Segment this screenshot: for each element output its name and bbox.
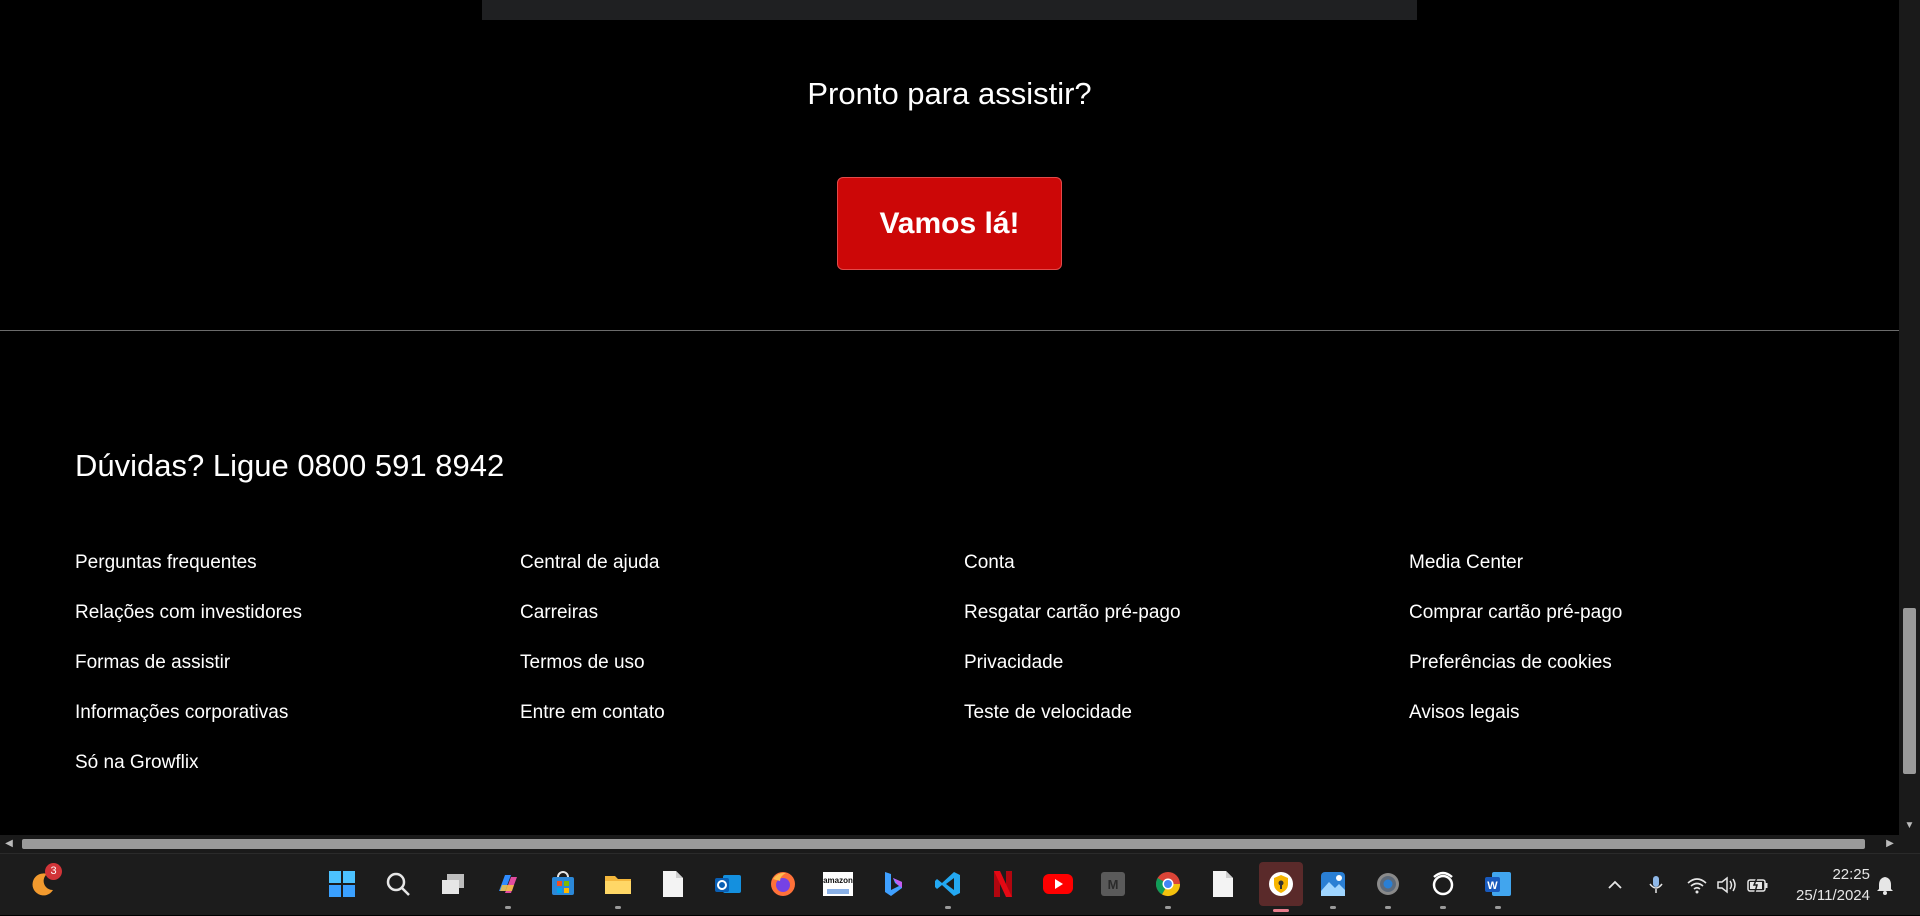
- clock-time: 22:25: [1832, 866, 1870, 883]
- footer-column-4: Media Center Comprar cartão pré-pago Pre…: [1409, 551, 1622, 751]
- cta-title: Pronto para assistir?: [807, 76, 1092, 111]
- weather-widget-icon[interactable]: 3: [24, 863, 62, 903]
- footer-link[interactable]: Conta: [964, 551, 1181, 601]
- outlook-icon[interactable]: [709, 865, 747, 903]
- microphone-icon[interactable]: [1647, 854, 1665, 916]
- footer-phone-text: Dúvidas? Ligue 0800 591 8942: [75, 448, 505, 483]
- notification-bell-icon[interactable]: [1876, 854, 1894, 916]
- footer-link[interactable]: Comprar cartão pré-pago: [1409, 601, 1622, 651]
- footer-link[interactable]: Avisos legais: [1409, 701, 1622, 751]
- footer-column-1: Perguntas frequentes Relações com invest…: [75, 551, 302, 801]
- photos-icon[interactable]: [1314, 865, 1352, 909]
- footer-link[interactable]: Preferências de cookies: [1409, 651, 1622, 701]
- footer-link[interactable]: Central de ajuda: [520, 551, 665, 601]
- footer-column-2: Central de ajuda Carreiras Termos de uso…: [520, 551, 665, 751]
- footer-link[interactable]: Perguntas frequentes: [75, 551, 302, 601]
- vscode-icon[interactable]: [929, 865, 967, 909]
- footer-column-3: Conta Resgatar cartão pré-pago Privacida…: [964, 551, 1181, 751]
- footer-link[interactable]: Termos de uso: [520, 651, 665, 701]
- scrollbar-corner: [1899, 835, 1920, 853]
- footer-link[interactable]: Resgatar cartão pré-pago: [964, 601, 1181, 651]
- copilot-icon[interactable]: [489, 865, 527, 909]
- footer-link[interactable]: Privacidade: [964, 651, 1181, 701]
- footer-link[interactable]: Carreiras: [520, 601, 665, 651]
- svg-text:W: W: [1487, 880, 1498, 892]
- windows-start-icon[interactable]: [323, 865, 361, 903]
- footer-link[interactable]: Media Center: [1409, 551, 1622, 601]
- taskbar: 3 amazon M W 22:25 25/11/2024: [0, 853, 1920, 915]
- search-icon[interactable]: [379, 865, 417, 903]
- show-hidden-icons-chevron-icon[interactable]: [1606, 854, 1624, 916]
- horizontal-scrollbar[interactable]: ◀ ▶: [0, 835, 1899, 853]
- netflix-icon[interactable]: [984, 865, 1022, 903]
- wifi-icon[interactable]: [1686, 854, 1708, 916]
- footer-link[interactable]: Só na Growflix: [75, 751, 302, 801]
- scroll-left-arrow-icon[interactable]: ◀: [0, 835, 18, 853]
- footer-link[interactable]: Relações com investidores: [75, 601, 302, 651]
- vertical-scrollbar[interactable]: ▼: [1899, 0, 1920, 835]
- notification-badge: 3: [45, 863, 62, 880]
- file-explorer-icon[interactable]: [599, 865, 637, 909]
- microsoft-store-icon[interactable]: [544, 865, 582, 903]
- volume-icon[interactable]: [1716, 854, 1738, 916]
- system-clock[interactable]: 22:25 25/11/2024: [1775, 864, 1870, 906]
- amazon-icon[interactable]: amazon: [819, 865, 857, 903]
- scroll-right-arrow-icon[interactable]: ▶: [1881, 835, 1899, 853]
- vpn-shield-icon[interactable]: [1259, 862, 1303, 912]
- bing-icon[interactable]: [874, 865, 912, 903]
- content-panel-bottom-edge: [482, 0, 1417, 20]
- battery-charging-icon[interactable]: [1746, 854, 1770, 916]
- youtube-icon[interactable]: [1039, 865, 1077, 903]
- cta-start-button[interactable]: Vamos lá!: [837, 177, 1062, 270]
- threads-icon[interactable]: [1424, 865, 1462, 909]
- firefox-icon[interactable]: [764, 865, 802, 903]
- footer-link[interactable]: Entre em contato: [520, 701, 665, 751]
- vertical-scrollbar-thumb[interactable]: [1903, 608, 1916, 774]
- m-app-icon[interactable]: M: [1094, 865, 1132, 903]
- settings-icon[interactable]: [1369, 865, 1407, 909]
- footer-link[interactable]: Teste de velocidade: [964, 701, 1181, 751]
- horizontal-scrollbar-thumb[interactable]: [22, 839, 1865, 849]
- word-icon[interactable]: W: [1479, 865, 1517, 909]
- clock-date: 25/11/2024: [1796, 887, 1870, 904]
- scroll-down-arrow-icon[interactable]: ▼: [1899, 817, 1920, 835]
- chrome-icon[interactable]: [1149, 865, 1187, 909]
- section-divider: [0, 330, 1899, 331]
- svg-text:M: M: [1108, 877, 1119, 892]
- notepad-file-icon[interactable]: [654, 865, 692, 903]
- task-view-icon[interactable]: [434, 865, 472, 903]
- file-icon[interactable]: [1204, 865, 1242, 903]
- footer-link[interactable]: Formas de assistir: [75, 651, 302, 701]
- footer-link[interactable]: Informações corporativas: [75, 701, 302, 751]
- svg-text:amazon: amazon: [823, 876, 853, 885]
- web-page: Pronto para assistir? Vamos lá! Dúvidas?…: [0, 0, 1899, 835]
